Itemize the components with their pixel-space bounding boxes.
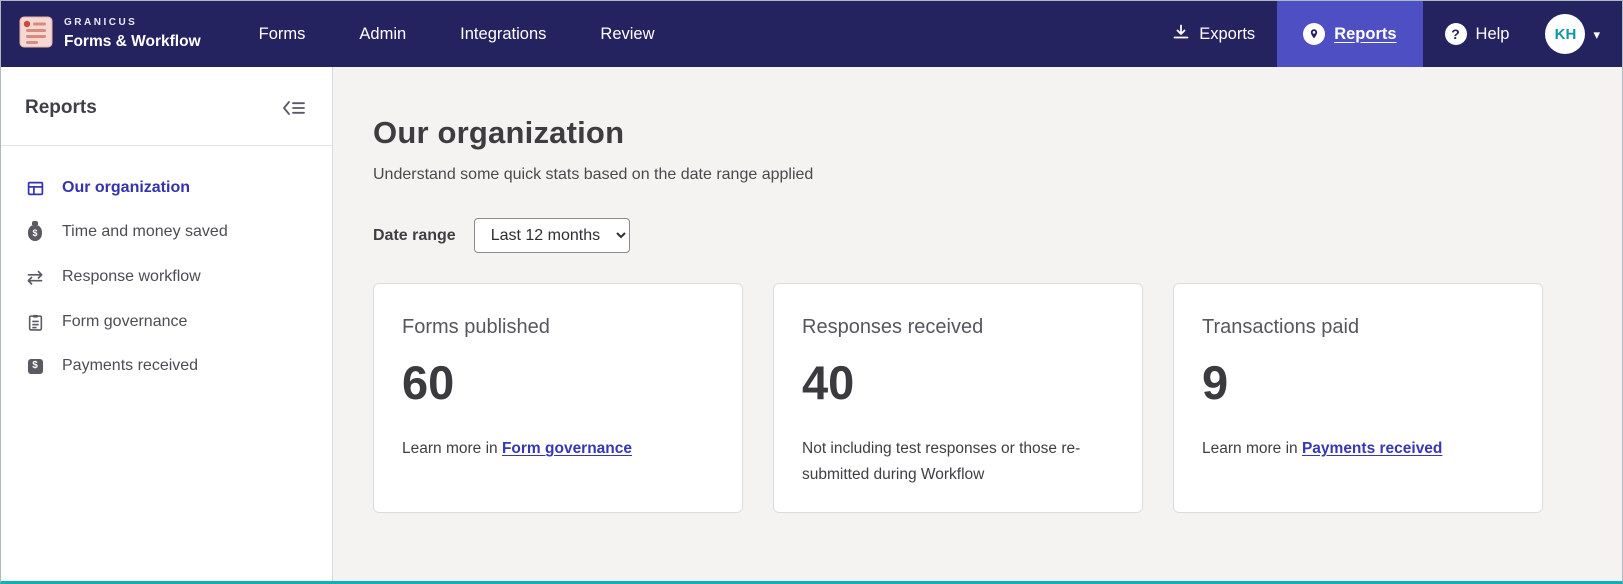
date-range-select[interactable]: Last 12 months [473, 218, 630, 253]
sidebar-item-time-and-money-saved[interactable]: $ Time and money saved [1, 210, 332, 254]
transactions-paid-card: Transactions paid 9 Learn more in Paymen… [1173, 283, 1543, 513]
sidebar-item-our-organization[interactable]: Our organization [1, 166, 332, 210]
card-note-text: Learn more in [402, 440, 502, 457]
top-navbar: GRANICUS Forms & Workflow Forms Admin In… [1, 1, 1622, 67]
primary-nav: Forms Admin Integrations Review [259, 1, 655, 67]
stat-cards: Forms published 60 Learn more in Form go… [373, 283, 1582, 513]
exports-label: Exports [1199, 24, 1256, 43]
nav-item-admin[interactable]: Admin [359, 25, 406, 44]
card-note: Learn more in Form governance [402, 436, 714, 462]
card-value: 60 [402, 356, 455, 409]
sidebar-item-payments-received[interactable]: $ Payments received [1, 344, 332, 388]
sidebar-item-response-workflow[interactable]: ⇄ Response workflow [1, 254, 332, 300]
workflow-arrows-icon: ⇄ [26, 265, 44, 289]
card-title: Transactions paid [1202, 316, 1360, 338]
help-label: Help [1475, 24, 1510, 43]
sidebar-header: Reports [1, 67, 332, 146]
sidebar-item-form-governance[interactable]: Form governance [1, 300, 332, 344]
brand-product: Forms & Workflow [64, 32, 201, 50]
card-title: Responses received [802, 316, 984, 338]
download-icon [1172, 23, 1190, 46]
sidebar-item-label: Our organization [62, 179, 190, 196]
forms-published-card: Forms published 60 Learn more in Form go… [373, 283, 743, 513]
brand-company: GRANICUS [64, 17, 138, 29]
reports-label: Reports [1334, 24, 1397, 43]
nav-item-integrations[interactable]: Integrations [460, 25, 546, 44]
help-button[interactable]: ? Help [1423, 1, 1532, 67]
question-mark-glyph: ? [1451, 26, 1460, 42]
date-range-label: Date range [373, 226, 456, 244]
brand[interactable]: GRANICUS Forms & Workflow [1, 1, 221, 67]
collapse-sidebar-button[interactable] [282, 100, 306, 116]
brand-logo-icon [19, 16, 53, 53]
card-value: 40 [802, 356, 855, 409]
reports-sidebar: Reports Our organization $ Time and mone… [1, 67, 333, 581]
user-menu[interactable]: KH ▾ [1531, 1, 1622, 67]
form-governance-link[interactable]: Form governance [502, 440, 632, 457]
nav-item-review[interactable]: Review [600, 25, 654, 44]
reports-icon [1303, 23, 1326, 45]
brand-text: GRANICUS Forms & Workflow [64, 17, 201, 51]
card-note: Not including test responses or those re… [802, 440, 1081, 483]
clipboard-icon [25, 314, 45, 331]
main-content: Our organization Understand some quick s… [333, 67, 1622, 581]
sidebar-item-label: Form governance [62, 313, 188, 330]
app-window: GRANICUS Forms & Workflow Forms Admin In… [0, 0, 1623, 584]
card-title: Forms published [402, 316, 550, 338]
exports-button[interactable]: Exports [1150, 1, 1277, 67]
dollar-square-icon: $ [25, 358, 45, 374]
card-value: 9 [1202, 356, 1229, 409]
date-range-row: Date range Last 12 months [373, 218, 1582, 253]
card-note: Learn more in Payments received [1202, 436, 1514, 462]
avatar[interactable]: KH [1545, 14, 1586, 54]
reports-button[interactable]: Reports [1277, 1, 1423, 67]
sidebar-item-label: Response workflow [62, 268, 201, 285]
help-icon: ? [1444, 23, 1467, 45]
sidebar-item-label: Payments received [62, 357, 199, 374]
page-title: Our organization [373, 115, 625, 150]
page-subtitle: Understand some quick stats based on the… [373, 166, 814, 183]
responses-received-card: Responses received 40 Not including test… [773, 283, 1143, 513]
app-body: Reports Our organization $ Time and mone… [1, 67, 1622, 581]
sidebar-title: Reports [25, 97, 97, 118]
nav-item-forms[interactable]: Forms [259, 25, 306, 44]
payments-received-link[interactable]: Payments received [1302, 440, 1442, 457]
money-bag-icon: $ [25, 221, 45, 241]
table-icon [25, 180, 45, 197]
sidebar-nav: Our organization $ Time and money saved … [1, 146, 332, 388]
utility-nav: Exports Reports ? Help KH ▾ [1150, 1, 1622, 67]
chevron-down-icon[interactable]: ▾ [1593, 28, 1600, 41]
sidebar-item-label: Time and money saved [62, 223, 228, 240]
card-note-text: Learn more in [1202, 440, 1302, 457]
